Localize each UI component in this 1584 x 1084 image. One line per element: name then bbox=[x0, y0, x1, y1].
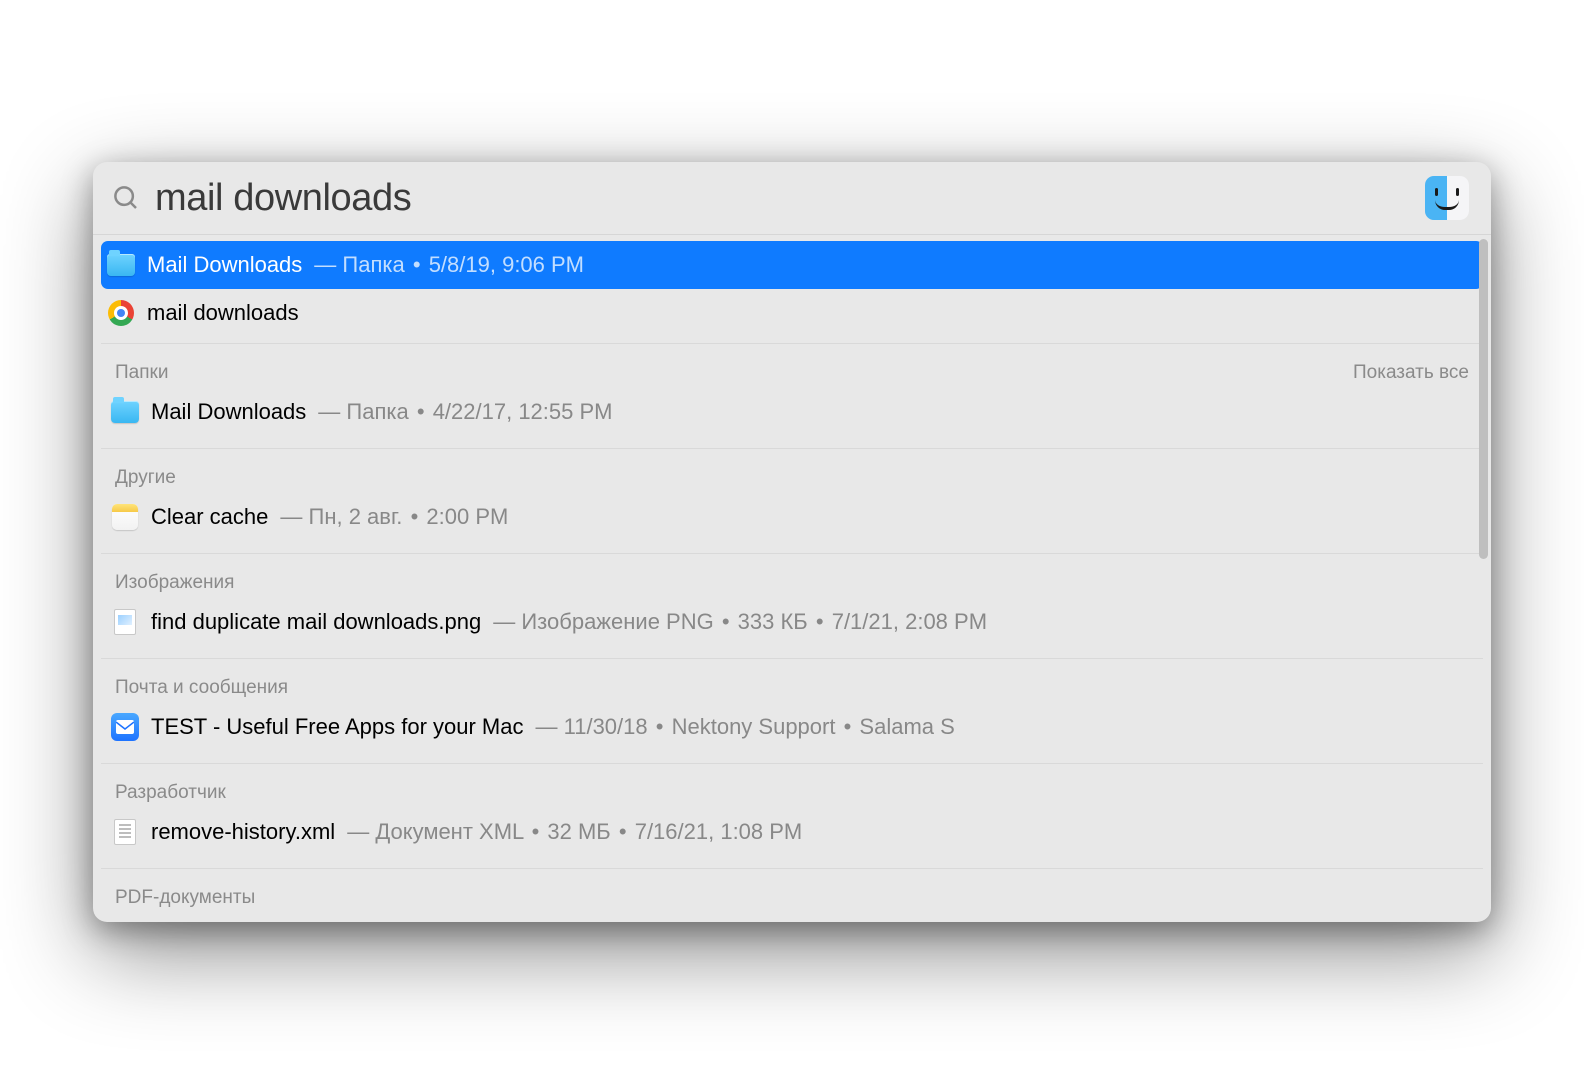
note-icon bbox=[111, 503, 139, 531]
spotlight-window: Mail Downloads — Папка • 5/8/19, 9:06 PM… bbox=[93, 162, 1491, 922]
web-suggestion-row[interactable]: mail downloads bbox=[101, 289, 1483, 337]
png-icon bbox=[111, 608, 139, 636]
result-title: Mail Downloads bbox=[147, 252, 302, 278]
section-title: Изображения bbox=[115, 572, 234, 594]
result-row[interactable]: find duplicate mail downloads.png — Изоб… bbox=[101, 598, 1483, 646]
result-title: mail downloads bbox=[147, 300, 299, 326]
section-header: Другие bbox=[101, 448, 1483, 493]
result-meta: — Папка • 4/22/17, 12:55 PM bbox=[318, 399, 612, 425]
result-row[interactable]: TEST - Useful Free Apps for your Mac — 1… bbox=[101, 703, 1483, 751]
result-title: TEST - Useful Free Apps for your Mac bbox=[151, 714, 524, 740]
section-title: Разработчик bbox=[115, 782, 226, 804]
results-pane: Mail Downloads — Папка • 5/8/19, 9:06 PM… bbox=[93, 235, 1491, 922]
search-bar bbox=[93, 162, 1491, 235]
chrome-icon bbox=[107, 299, 135, 327]
section-title: Другие bbox=[115, 467, 176, 489]
top-hit-row[interactable]: Mail Downloads — Папка • 5/8/19, 9:06 PM bbox=[101, 241, 1483, 289]
result-row[interactable]: remove-history.xml — Документ XML • 32 М… bbox=[101, 808, 1483, 856]
result-title: Clear cache bbox=[151, 504, 268, 530]
result-title: find duplicate mail downloads.png bbox=[151, 609, 481, 635]
search-input[interactable] bbox=[155, 177, 1411, 220]
folder-icon bbox=[111, 398, 139, 426]
section-header: PDF-документы bbox=[101, 868, 1483, 913]
show-all-link[interactable]: Показать все bbox=[1353, 362, 1469, 384]
result-meta: — Папка • 5/8/19, 9:06 PM bbox=[314, 252, 584, 278]
result-row[interactable]: Clear cache — Пн, 2 авг. • 2:00 PM bbox=[101, 493, 1483, 541]
section-title: Почта и сообщения bbox=[115, 677, 288, 699]
scrollbar[interactable] bbox=[1479, 239, 1488, 559]
section-title: Папки bbox=[115, 362, 168, 384]
section-header: Почта и сообщения bbox=[101, 658, 1483, 703]
section-header: Папки Показать все bbox=[101, 343, 1483, 388]
result-title: remove-history.xml bbox=[151, 819, 335, 845]
result-title: Mail Downloads bbox=[151, 399, 306, 425]
result-meta: — Документ XML • 32 МБ • 7/16/21, 1:08 P… bbox=[347, 819, 802, 845]
result-meta: — Пн, 2 авг. • 2:00 PM bbox=[280, 504, 508, 530]
result-meta: — 11/30/18 • Nektony Support • Salama S bbox=[536, 714, 955, 740]
section-header: Разработчик bbox=[101, 763, 1483, 808]
result-meta: — Изображение PNG • 333 КБ • 7/1/21, 2:0… bbox=[493, 609, 987, 635]
section-header: Изображения bbox=[101, 553, 1483, 598]
xml-icon bbox=[111, 818, 139, 846]
finder-icon bbox=[1425, 176, 1469, 220]
mail-icon bbox=[111, 713, 139, 741]
result-row[interactable]: Mail Downloads — Папка • 4/22/17, 12:55 … bbox=[101, 388, 1483, 436]
section-title: PDF-документы bbox=[115, 887, 255, 909]
search-icon bbox=[111, 183, 141, 213]
folder-icon bbox=[107, 251, 135, 279]
